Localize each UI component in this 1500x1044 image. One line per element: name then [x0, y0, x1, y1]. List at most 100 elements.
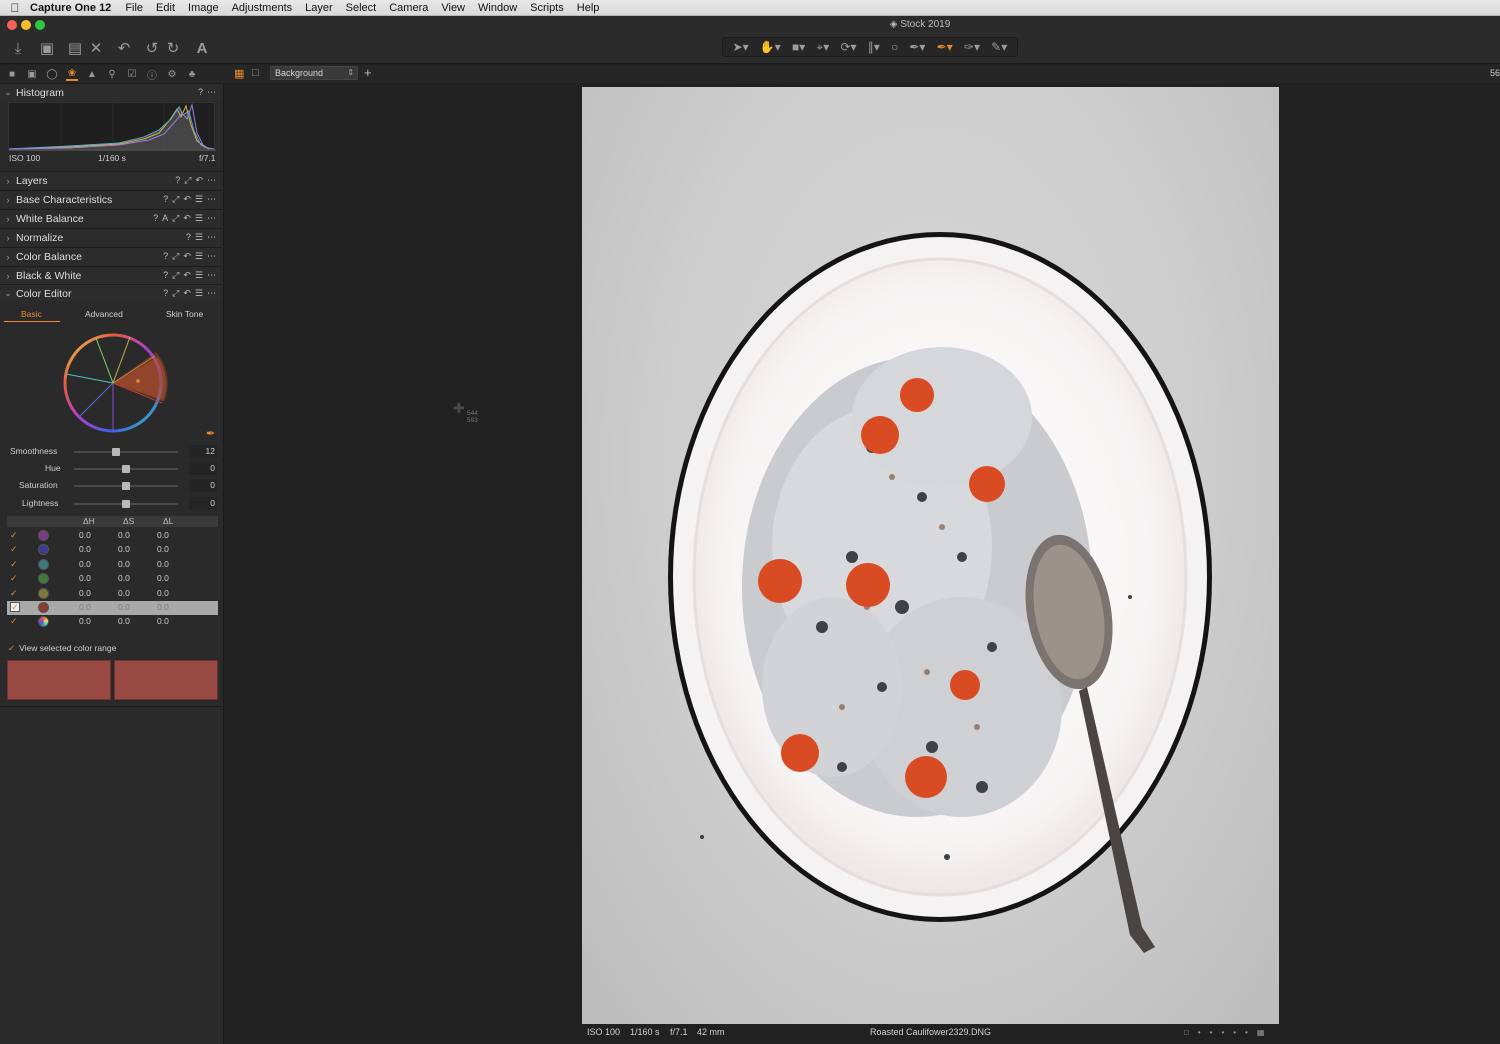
redo-icon[interactable]: ↻: [163, 39, 183, 57]
hue-value[interactable]: 0: [189, 462, 217, 475]
help-icon[interactable]: ?: [163, 251, 168, 262]
more-icon[interactable]: ⋯: [207, 270, 216, 281]
rating-dot-icon[interactable]: •: [1210, 1028, 1213, 1037]
menu-select[interactable]: Select: [346, 2, 377, 14]
more-icon[interactable]: ⋯: [207, 87, 216, 98]
color-wheel[interactable]: [58, 330, 168, 436]
lightness-slider[interactable]: Lightness 0: [0, 497, 222, 511]
help-icon[interactable]: ?: [163, 194, 168, 205]
draw-mask-icon[interactable]: ✑▾: [964, 40, 980, 54]
color-range-swatch[interactable]: [38, 544, 49, 555]
enable-checkbox[interactable]: ✓: [10, 588, 20, 598]
crop-icon[interactable]: ⌖▾: [816, 40, 829, 55]
enable-checkbox[interactable]: ✓: [10, 544, 20, 554]
menu-camera[interactable]: Camera: [389, 2, 428, 14]
more-icon[interactable]: ⋯: [207, 194, 216, 205]
color-range-swatch[interactable]: [38, 588, 49, 599]
keystone-icon[interactable]: ∥▾: [868, 40, 880, 54]
color-tag-icon[interactable]: □: [1184, 1028, 1189, 1037]
loupe-icon[interactable]: ■▾: [792, 40, 805, 54]
help-icon[interactable]: ?: [163, 288, 168, 299]
menu-edit[interactable]: Edit: [156, 2, 175, 14]
copy-apply-icon[interactable]: ⤢: [184, 175, 191, 186]
layer-select[interactable]: Background ⇕: [270, 66, 358, 80]
menu-file[interactable]: File: [125, 2, 143, 14]
reset-tool-icon[interactable]: ↶: [195, 175, 203, 186]
menu-image[interactable]: Image: [188, 2, 219, 14]
spot-removal-icon[interactable]: ○: [891, 40, 898, 54]
menu-view[interactable]: View: [441, 2, 465, 14]
presets-icon[interactable]: ☰: [195, 232, 203, 243]
eyedropper-icon[interactable]: ✒: [206, 427, 215, 440]
auto-button[interactable]: A: [162, 213, 168, 224]
white-balance-header[interactable]: › White Balance ?A⤢↶☰⋯: [0, 209, 222, 227]
lightness-knob[interactable]: [122, 500, 130, 508]
camera-icon[interactable]: ▣: [37, 39, 57, 57]
library-tab-icon[interactable]: ■: [6, 69, 18, 80]
smoothness-knob[interactable]: [112, 448, 120, 456]
select-cursor-icon[interactable]: ➤▾: [733, 40, 749, 54]
normalize-header[interactable]: › Normalize ?☰⋯: [0, 228, 222, 246]
pan-icon[interactable]: ✋▾: [760, 40, 781, 54]
color-range-row[interactable]: ✓0.00.00.0: [7, 615, 218, 629]
menu-window[interactable]: Window: [478, 2, 517, 14]
menu-scripts[interactable]: Scripts: [530, 2, 564, 14]
enable-checkbox[interactable]: ✓: [10, 616, 20, 626]
batch-tab-icon[interactable]: ♣: [186, 69, 198, 80]
saturation-value[interactable]: 0: [189, 479, 217, 492]
copy-apply-icon[interactable]: ⤢: [172, 251, 179, 262]
copy-apply-icon[interactable]: ⤢: [172, 194, 179, 205]
help-icon[interactable]: ?: [186, 232, 191, 243]
details-tab-icon[interactable]: ⚲: [106, 69, 118, 80]
base-characteristics-header[interactable]: › Base Characteristics ?⤢↶☰⋯: [0, 190, 222, 208]
help-icon[interactable]: ?: [153, 213, 158, 224]
capture-tab-icon[interactable]: ▣: [26, 69, 38, 80]
copy-apply-icon[interactable]: ⤢: [172, 288, 179, 299]
tab-basic[interactable]: Basic: [21, 309, 42, 319]
help-icon[interactable]: ?: [175, 175, 180, 186]
presets-icon[interactable]: ☰: [195, 251, 203, 262]
output-tab-icon[interactable]: ⚙: [166, 69, 178, 80]
color-range-swatch[interactable]: [38, 559, 49, 570]
copy-apply-icon[interactable]: ⤢: [172, 213, 179, 224]
presets-icon[interactable]: ☰: [195, 270, 203, 281]
copy-apply-icon[interactable]: ⤢: [172, 270, 179, 281]
enable-checkbox[interactable]: ✓: [10, 602, 20, 612]
thumbnail-size-icon[interactable]: ▦: [1257, 1028, 1265, 1037]
tab-advanced[interactable]: Advanced: [85, 309, 123, 319]
annotate-icon[interactable]: ✎▾: [991, 40, 1007, 54]
more-icon[interactable]: ⋯: [207, 232, 216, 243]
color-tab-icon[interactable]: ❀: [66, 68, 78, 81]
color-editor-header[interactable]: ⌄ Color Editor ?⤢↶☰⋯: [0, 284, 222, 302]
delete-icon[interactable]: ✕: [86, 39, 106, 57]
saturation-slider[interactable]: Saturation 0: [0, 479, 222, 493]
undo-icon[interactable]: ↺: [142, 39, 162, 57]
lightness-value[interactable]: 0: [189, 497, 217, 510]
histogram-header[interactable]: ⌄ Histogram ?⋯: [0, 83, 222, 101]
reset-tool-icon[interactable]: ↶: [183, 270, 191, 281]
exposure-tab-icon[interactable]: ▲: [86, 69, 98, 80]
view-selected-range-toggle[interactable]: ✓View selected color range: [8, 643, 116, 654]
color-range-swatch[interactable]: [38, 616, 49, 627]
enable-checkbox[interactable]: ✓: [10, 530, 20, 540]
app-name-menu[interactable]: Capture One 12: [30, 2, 111, 14]
presets-icon[interactable]: ☰: [195, 288, 203, 299]
color-range-row[interactable]: ✓0.00.00.0: [7, 587, 218, 601]
auto-adjust-icon[interactable]: A: [192, 39, 212, 57]
main-photo[interactable]: [582, 87, 1279, 1024]
color-range-row[interactable]: ✓0.00.00.0: [7, 572, 218, 586]
close-window-button[interactable]: [7, 20, 17, 30]
reset-icon[interactable]: ↶: [114, 39, 134, 57]
color-range-swatch[interactable]: [38, 573, 49, 584]
reset-tool-icon[interactable]: ↶: [183, 213, 191, 224]
rating-dot-icon[interactable]: •: [1245, 1028, 1248, 1037]
rating-dot-icon[interactable]: •: [1233, 1028, 1236, 1037]
reset-tool-icon[interactable]: ↶: [183, 288, 191, 299]
minimize-window-button[interactable]: [21, 20, 31, 30]
rating-dot-icon[interactable]: •: [1198, 1028, 1201, 1037]
more-icon[interactable]: ⋯: [207, 213, 216, 224]
help-icon[interactable]: ?: [163, 270, 168, 281]
smoothness-value[interactable]: 12: [189, 445, 217, 458]
color-picker-icon[interactable]: ✒▾: [937, 40, 953, 54]
menu-help[interactable]: Help: [577, 2, 600, 14]
